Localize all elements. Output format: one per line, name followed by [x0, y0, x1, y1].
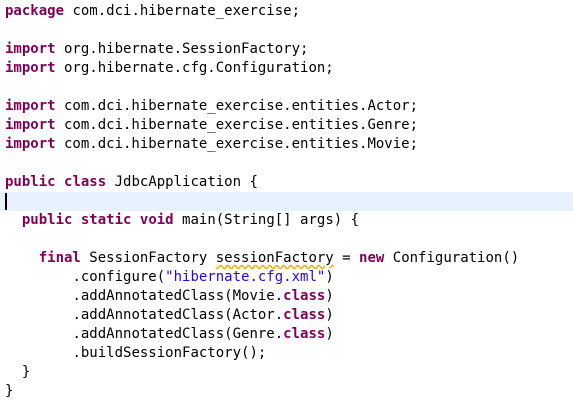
- keyword: import: [5, 117, 56, 133]
- text-caret: [5, 193, 7, 210]
- keyword: static: [80, 212, 132, 228]
- code-line-import[interactable]: import org.hibernate.SessionFactory;: [5, 40, 308, 59]
- keyword: class: [64, 174, 107, 190]
- code-text: ): [325, 269, 334, 285]
- code-text: ): [325, 326, 334, 342]
- code-line-import[interactable]: import org.hibernate.cfg.Configuration;: [5, 59, 334, 78]
- code-text: org.hibernate.cfg.Configuration;: [55, 60, 334, 76]
- code-line-class-declaration[interactable]: public class JdbcApplication {: [5, 173, 258, 192]
- unused-variable-warning[interactable]: sessionFactory: [216, 250, 334, 266]
- keyword: class: [283, 307, 326, 323]
- code-text: JdbcApplication {: [106, 174, 258, 190]
- code-line-import[interactable]: import com.dci.hibernate_exercise.entiti…: [5, 116, 418, 135]
- keyword: class: [283, 288, 326, 304]
- code-text: =: [333, 250, 360, 266]
- code-line-closing-brace[interactable]: }: [5, 382, 13, 401]
- code-line-build-session-factory[interactable]: .buildSessionFactory();: [5, 344, 266, 363]
- code-line-import[interactable]: import com.dci.hibernate_exercise.entiti…: [5, 97, 418, 116]
- code-text: }: [5, 383, 14, 399]
- keyword: final: [38, 250, 81, 266]
- code-line-main-method[interactable]: public static void main(String[] args) {: [5, 211, 359, 230]
- code-editor[interactable]: package com.dci.hibernate_exercise; impo…: [0, 0, 573, 413]
- keyword: import: [5, 60, 56, 76]
- keyword: public: [5, 174, 56, 190]
- code-text: ): [325, 288, 334, 304]
- code-line-add-annotated-class[interactable]: .addAnnotatedClass(Actor.class): [5, 306, 334, 325]
- code-text: ): [325, 307, 334, 323]
- keyword: import: [5, 136, 56, 152]
- code-line-import[interactable]: import com.dci.hibernate_exercise.entiti…: [5, 135, 418, 154]
- code-text: Configuration(): [384, 250, 520, 266]
- string-literal: "hibernate.cfg.xml": [165, 269, 326, 285]
- code-text: com.dci.hibernate_exercise;: [64, 3, 301, 19]
- code-text: com.dci.hibernate_exercise.entities.Acto…: [55, 98, 419, 114]
- code-text: }: [21, 364, 31, 380]
- keyword: package: [5, 3, 65, 19]
- keyword: new: [359, 250, 385, 266]
- keyword: public: [21, 212, 73, 228]
- code-text: com.dci.hibernate_exercise.entities.Movi…: [55, 136, 419, 152]
- code-line-closing-brace[interactable]: }: [5, 363, 30, 382]
- code-text: .buildSessionFactory();: [72, 345, 267, 361]
- code-text: .addAnnotatedClass(Movie.: [72, 288, 284, 304]
- code-text: SessionFactory: [80, 250, 216, 266]
- keyword: class: [283, 326, 326, 342]
- code-line-add-annotated-class[interactable]: .addAnnotatedClass(Movie.class): [5, 287, 334, 306]
- code-text: .addAnnotatedClass(Genre.: [72, 326, 284, 342]
- code-text: org.hibernate.SessionFactory;: [55, 41, 309, 57]
- code-line-package[interactable]: package com.dci.hibernate_exercise;: [5, 2, 300, 21]
- code-line-add-annotated-class[interactable]: .addAnnotatedClass(Genre.class): [5, 325, 334, 344]
- keyword: void: [139, 212, 174, 228]
- current-line-highlight: [0, 192, 573, 211]
- code-text: .configure(: [72, 269, 166, 285]
- code-line-session-factory[interactable]: final SessionFactory sessionFactory = ne…: [5, 249, 519, 268]
- keyword: import: [5, 98, 56, 114]
- code-text: main(String[] args) {: [173, 212, 360, 228]
- code-text: com.dci.hibernate_exercise.entities.Genr…: [55, 117, 419, 133]
- keyword: import: [5, 41, 56, 57]
- code-text: .addAnnotatedClass(Actor.: [72, 307, 284, 323]
- code-line-configure[interactable]: .configure("hibernate.cfg.xml"): [5, 268, 334, 287]
